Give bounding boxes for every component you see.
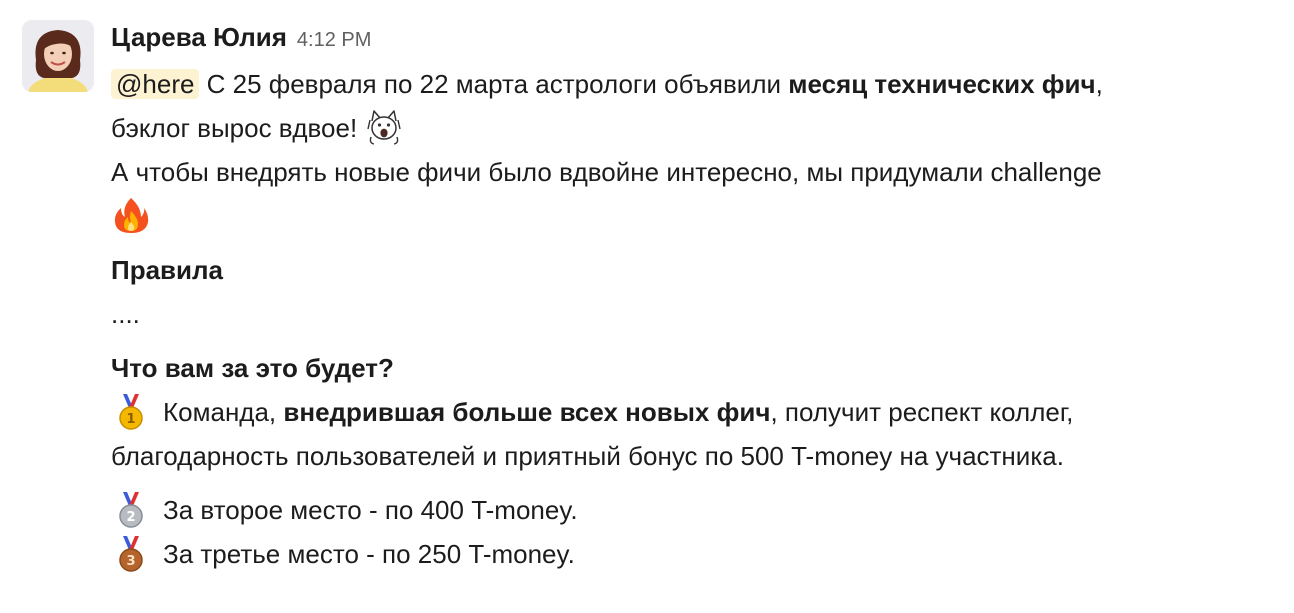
first-place-line-2: благодарность пользователей и приятный б… [111, 441, 1064, 471]
message-header: Царева Юлия 4:12 PM [111, 22, 1281, 62]
third-place-text: За третье место - по 250 T-money. [163, 539, 575, 569]
svg-text:1: 1 [126, 412, 135, 427]
intro-line-3: А чтобы внедрять новые фичи было вдвойне… [111, 150, 1281, 194]
svg-text:3: 3 [126, 554, 135, 569]
intro-line-3-text: А чтобы внедрять новые фичи было вдвойне… [111, 157, 1102, 187]
second-place-text: За второе место - по 400 T-money. [163, 495, 578, 525]
author-name[interactable]: Царева Юлия [111, 22, 287, 53]
second-place-line: 2 За второе место - по 400 T-money. [111, 488, 1281, 532]
third-place-medal-icon: 3 [111, 534, 151, 574]
intro-text: С 25 февраля по 22 марта астрологи объяв… [199, 69, 789, 99]
third-place-line: 3 За третье место - по 250 T-money. [111, 532, 1281, 576]
message: Царева Юлия 4:12 PM @here С 25 февраля п… [0, 0, 1294, 613]
first-place-line: 1 Команда, внедрившая больше всех новых … [111, 390, 1281, 434]
intro-comma: , [1095, 69, 1103, 99]
message-timestamp[interactable]: 4:12 PM [297, 29, 371, 52]
here-mention[interactable]: @here [111, 69, 200, 99]
first-place-post: , получит респект коллег, [770, 397, 1074, 427]
intro-bold-text: месяц технических фич [788, 69, 1096, 99]
message-content: Царева Юлия 4:12 PM @here С 25 февраля п… [111, 22, 1281, 576]
intro-line-1: @here С 25 февраля по 22 марта астрологи… [111, 62, 1281, 106]
first-place-pre: Команда, [163, 397, 284, 427]
fire-emoji-icon [111, 195, 151, 235]
rules-body: .... [111, 299, 140, 329]
second-place-medal-icon: 2 [111, 490, 151, 530]
reward-heading: Что вам за это будет? [111, 353, 394, 383]
intro-line-2: бэклог вырос вдвое! [111, 106, 1281, 150]
message-body: @here С 25 февраля по 22 марта астрологи… [111, 62, 1281, 576]
svg-text:2: 2 [126, 510, 135, 525]
fire-emoji-line [111, 194, 1281, 238]
rules-heading: Правила [111, 255, 223, 285]
first-place-bold: внедрившая больше всех новых фич [283, 397, 771, 427]
first-place-medal-icon: 1 [111, 392, 151, 432]
author-avatar[interactable] [22, 20, 94, 92]
scream-cat-emoji-icon [364, 107, 404, 147]
intro-line-2-text: бэклог вырос вдвое! [111, 113, 365, 143]
first-place-text: Команда, внедрившая больше всех новых фи… [163, 390, 1073, 434]
